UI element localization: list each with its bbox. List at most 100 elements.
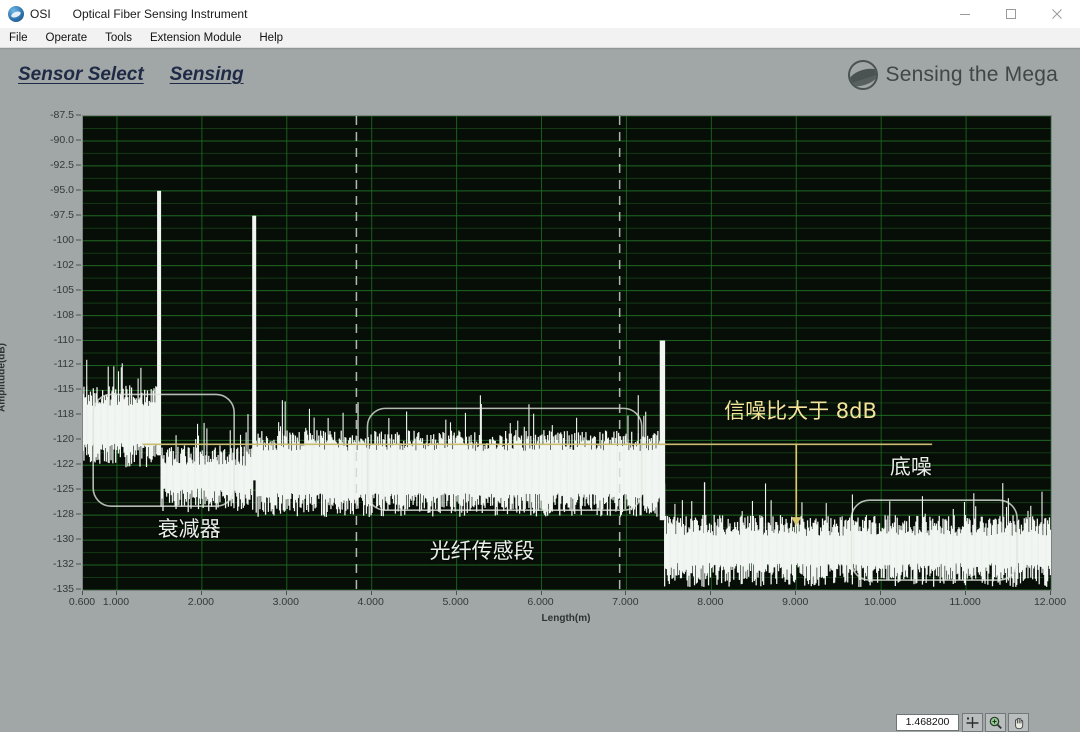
y-tick-mark: [76, 364, 81, 365]
x-tick-mark: [1050, 591, 1051, 595]
y-tick-label: -87.5: [22, 109, 74, 121]
y-tick-mark: [76, 239, 81, 240]
y-tick-mark: [76, 589, 81, 590]
x-tick-mark: [82, 591, 83, 595]
crosshair-icon[interactable]: [962, 713, 983, 732]
y-tick-mark: [76, 514, 81, 515]
brand-logo: Sensing the Mega: [848, 60, 1058, 90]
x-tick-label: 11.000: [949, 596, 980, 608]
x-tick-mark: [795, 591, 796, 595]
y-tick-mark: [76, 314, 81, 315]
y-tick-label: -122: [22, 458, 74, 470]
menu-item-operate[interactable]: Operate: [37, 28, 97, 48]
x-tick-label: 8.000: [697, 596, 723, 608]
y-tick-mark: [76, 489, 81, 490]
x-tick-label: 3.000: [273, 596, 299, 608]
y-tick-label: -128: [22, 508, 74, 520]
y-tick-mark: [76, 214, 81, 215]
x-tick-mark: [371, 591, 372, 595]
x-tick-label: 0.600: [69, 596, 95, 608]
y-tick-mark: [76, 564, 81, 565]
x-tick-label: 1.000: [103, 596, 129, 608]
y-tick-mark: [76, 264, 81, 265]
x-tick-mark: [116, 591, 117, 595]
x-tick-label: 12.000: [1034, 596, 1066, 608]
y-tick-label: -118: [22, 408, 74, 420]
magnifier-plus-icon[interactable]: [985, 713, 1006, 732]
y-tick-label: -112: [22, 358, 74, 370]
y-tick-label: -110: [22, 334, 74, 346]
menu-item-help[interactable]: Help: [250, 28, 292, 48]
y-tick-label: -108: [22, 309, 74, 321]
y-tick-mark: [76, 539, 81, 540]
y-tick-mark: [76, 289, 81, 290]
y-tick-label: -125: [22, 483, 74, 495]
x-tick-mark: [456, 591, 457, 595]
snr-label: 信噪比大于 8dB: [724, 395, 877, 425]
chart-area: Amplitude(dB) -87.5 -90.0 -92.5 -95.0 -97.5 -…: [0, 102, 1080, 633]
y-tick-mark: [76, 339, 81, 340]
x-tick-mark: [625, 591, 626, 595]
window-controls: [942, 0, 1080, 28]
app-globe-icon: [8, 6, 24, 22]
y-tick-label: -132: [22, 558, 74, 570]
x-tick-label: 6.000: [527, 596, 553, 608]
minimize-icon[interactable]: [942, 0, 988, 28]
y-axis-label: Amplitude(dB): [0, 343, 8, 412]
y-tick-label: -92.5: [22, 159, 74, 171]
x-tick-label: 9.000: [782, 596, 808, 608]
x-tick-label: 2.000: [188, 596, 214, 608]
cursor-value-field[interactable]: 1.468200: [896, 714, 959, 731]
x-tick-mark: [541, 591, 542, 595]
y-tick-label: -120: [22, 433, 74, 445]
hand-icon[interactable]: [1008, 713, 1029, 732]
menu-item-tools[interactable]: Tools: [96, 28, 141, 48]
y-tick-label: -102: [22, 259, 74, 271]
y-tick-label: -95.0: [22, 184, 74, 196]
plot-canvas[interactable]: 信噪比大于 8dB 衰减器光纤传感段 底噪: [82, 115, 1052, 591]
y-tick-mark: [76, 439, 81, 440]
subheader: Sensor Select Sensing Sensing the Mega: [0, 48, 1080, 102]
y-tick-label: -105: [22, 284, 74, 296]
window-titlebar: OSI Optical Fiber Sensing Instrument: [0, 0, 1080, 28]
sensing-segment-label: 光纤传感段: [430, 535, 535, 565]
x-tick-label: 10.000: [864, 596, 896, 608]
x-tick-mark: [965, 591, 966, 595]
x-tick-mark: [286, 591, 287, 595]
menubar: File Operate Tools Extension Module Help: [0, 28, 1080, 48]
y-tick-mark: [76, 389, 81, 390]
x-axis-label: Length(m): [542, 613, 591, 624]
y-tick-label: -135: [22, 583, 74, 595]
x-tick-label: 4.000: [358, 596, 384, 608]
x-tick-label: 7.000: [612, 596, 638, 608]
brand-text: Sensing the Mega: [886, 63, 1058, 87]
plot-toolbar: [962, 713, 1029, 732]
y-tick-label: -130: [22, 533, 74, 545]
y-tick-mark: [76, 115, 81, 116]
tab-sensor-select[interactable]: Sensor Select: [18, 64, 144, 86]
y-tick-label: -115: [22, 383, 74, 395]
y-tick-mark: [76, 164, 81, 165]
attenuator-label: 衰减器: [158, 513, 221, 543]
menu-item-extension-module[interactable]: Extension Module: [141, 28, 250, 48]
menu-item-file[interactable]: File: [0, 28, 37, 48]
y-tick-label: -97.5: [22, 209, 74, 221]
x-tick-mark: [201, 591, 202, 595]
noise-floor-label: 底噪: [890, 451, 932, 481]
y-tick-label: -100: [22, 234, 74, 246]
y-tick-mark: [76, 139, 81, 140]
maximize-icon[interactable]: [988, 0, 1034, 28]
y-tick-mark: [76, 464, 81, 465]
window-title: Optical Fiber Sensing Instrument: [73, 7, 248, 21]
y-tick-mark: [76, 414, 81, 415]
x-tick-label: 5.000: [442, 596, 468, 608]
trace-plot: [83, 116, 1051, 590]
y-tick-label: -90.0: [22, 134, 74, 146]
close-icon[interactable]: [1034, 0, 1080, 28]
x-tick-mark: [880, 591, 881, 595]
tab-sensing[interactable]: Sensing: [170, 64, 244, 86]
x-tick-mark: [710, 591, 711, 595]
grid-minor: [83, 116, 1051, 590]
app-abbreviation: OSI: [30, 7, 51, 21]
swirl-circle-logo-icon: [848, 60, 878, 90]
